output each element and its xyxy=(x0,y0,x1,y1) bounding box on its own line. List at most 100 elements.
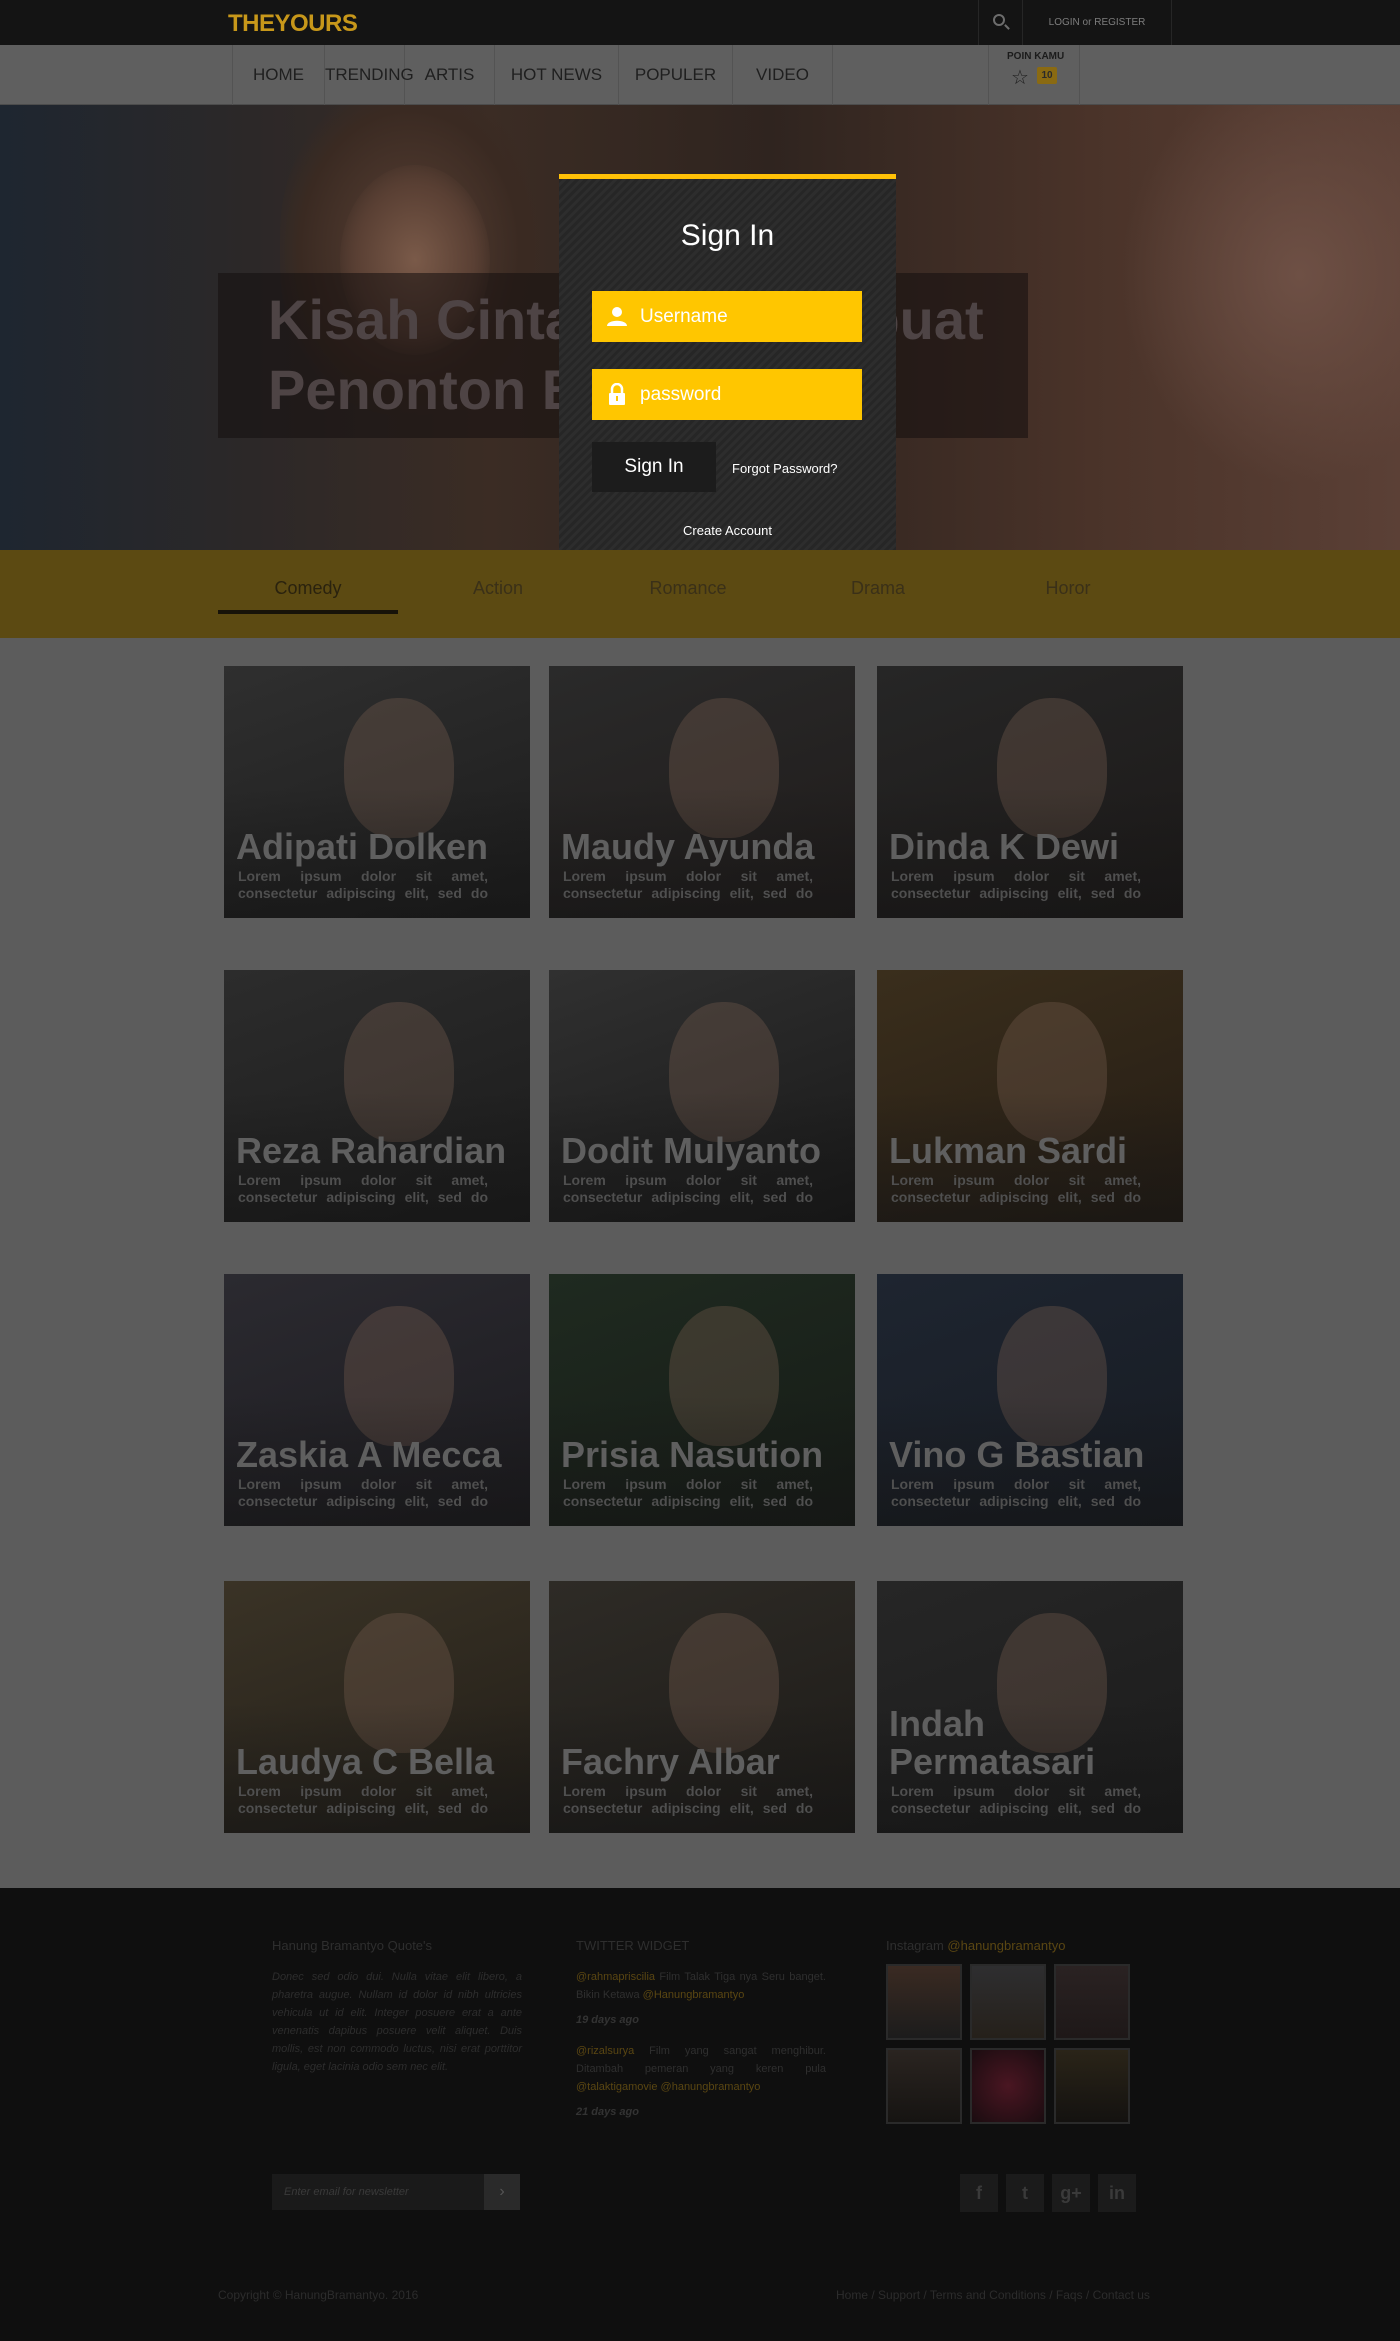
quote-title: Hanung Bramantyo Quote's xyxy=(272,1938,433,1953)
forgot-password-link[interactable]: Forgot Password? xyxy=(732,461,838,476)
tweet-handle[interactable]: @rahmapriscilia xyxy=(576,1971,655,1983)
artist-name: Dodit Mulyanto xyxy=(561,1130,821,1171)
search-button[interactable] xyxy=(978,0,1022,45)
instagram-photo[interactable] xyxy=(1054,1964,1130,2040)
artist-card[interactable]: Adipati Dolken Lorem ipsum dolor sit ame… xyxy=(224,666,530,918)
newsletter-form: › xyxy=(272,2174,520,2210)
sign-in-modal: Sign In Sign In Forgot Password? Create … xyxy=(559,174,896,550)
artist-card[interactable]: Dodit Mulyanto Lorem ipsum dolor sit ame… xyxy=(549,970,855,1222)
google-plus-icon[interactable]: g+ xyxy=(1052,2174,1090,2212)
artist-desc: Lorem ipsum dolor sit amet, consectetur … xyxy=(563,1783,813,1816)
instagram-photo[interactable] xyxy=(970,2048,1046,2124)
twitter-icon[interactable]: t xyxy=(1006,2174,1044,2212)
sign-in-button[interactable]: Sign In xyxy=(592,442,716,492)
tab-action[interactable]: Action xyxy=(408,578,588,599)
password-field[interactable] xyxy=(592,369,862,420)
tweet-time: 19 days ago xyxy=(576,2014,639,2026)
points-widget[interactable]: POIN KAMU ☆ 10 xyxy=(988,45,1080,105)
tab-romance[interactable]: Romance xyxy=(598,578,778,599)
nav-item-home[interactable]: HOME xyxy=(233,45,325,105)
artist-desc: Lorem ipsum dolor sit amet, consectetur … xyxy=(238,1476,488,1509)
nav-item-populer[interactable]: POPULER xyxy=(619,45,733,105)
tweet-handle[interactable]: @rizalsurya xyxy=(576,2045,634,2057)
copyright: Copyright © HanungBramantyo. 2016 xyxy=(218,2288,419,2302)
facebook-icon[interactable]: f xyxy=(960,2174,998,2212)
password-input[interactable] xyxy=(640,369,850,420)
artist-card[interactable]: Lukman Sardi Lorem ipsum dolor sit amet,… xyxy=(877,970,1183,1222)
artist-name: Fachry Albar xyxy=(561,1741,780,1782)
artist-desc: Lorem ipsum dolor sit amet, consectetur … xyxy=(563,868,813,901)
artist-desc: Lorem ipsum dolor sit amet, consectetur … xyxy=(891,1476,1141,1509)
main-nav: HOME TRENDING ARTIS HOT NEWS POPULER VID… xyxy=(0,45,1400,105)
artist-name: Lukman Sardi xyxy=(889,1130,1128,1171)
tweet: @rahmapriscilia Film Talak Tiga nya Seru… xyxy=(576,1968,826,2004)
artist-desc: Lorem ipsum dolor sit amet, consectetur … xyxy=(238,1783,488,1816)
newsletter-email-input[interactable] xyxy=(272,2174,484,2210)
instagram-photo[interactable] xyxy=(886,2048,962,2124)
username-input[interactable] xyxy=(640,291,850,342)
instagram-title: Instagram @hanungbramantyo xyxy=(886,1938,1065,1953)
tweet-time: 21 days ago xyxy=(576,2106,639,2118)
artist-name: Adipati Dolken xyxy=(236,826,489,867)
artist-desc: Lorem ipsum dolor sit amet, consectetur … xyxy=(238,1172,488,1205)
points-badge: 10 xyxy=(1037,67,1057,84)
tab-drama[interactable]: Drama xyxy=(788,578,968,599)
instagram-grid xyxy=(886,1964,1130,2124)
artist-name: Vino G Bastian xyxy=(889,1434,1145,1475)
nav-item-trending[interactable]: TRENDING xyxy=(325,45,414,105)
artist-name: Maudy Ayunda xyxy=(561,826,815,867)
tweet-mention[interactable]: @talaktigamovie @hanungbramantyo xyxy=(576,2081,760,2093)
artist-name: Reza Rahardian xyxy=(236,1130,507,1171)
artist-card[interactable]: Prisia Nasution Lorem ipsum dolor sit am… xyxy=(549,1274,855,1526)
linkedin-icon[interactable]: in xyxy=(1098,2174,1136,2212)
artist-name: Dinda K Dewi xyxy=(889,826,1120,867)
tab-horor[interactable]: Horor xyxy=(978,578,1158,599)
artist-desc: Lorem ipsum dolor sit amet, consectetur … xyxy=(238,868,488,901)
modal-title: Sign In xyxy=(680,219,775,252)
nav-item-video[interactable]: VIDEO xyxy=(733,45,833,105)
footer: Hanung Bramantyo Quote's Donec sed odio … xyxy=(0,1888,1400,2341)
lock-icon xyxy=(609,383,625,405)
tab-comedy[interactable]: Comedy xyxy=(218,578,398,599)
nav-item-artis[interactable]: ARTIS xyxy=(405,45,495,105)
create-account-link[interactable]: Create Account xyxy=(559,523,896,538)
username-field[interactable] xyxy=(592,291,862,342)
genre-tabs: Comedy Action Romance Drama Horor xyxy=(0,550,1400,638)
instagram-photo[interactable] xyxy=(1054,2048,1130,2124)
points-label: POIN KAMU xyxy=(1007,51,1065,62)
footer-links[interactable]: Home / Support / Terms and Conditions / … xyxy=(836,2288,1150,2302)
instagram-prefix: Instagram xyxy=(886,1938,948,1953)
search-icon xyxy=(993,14,1005,26)
artist-card[interactable]: Zaskia A Mecca Lorem ipsum dolor sit ame… xyxy=(224,1274,530,1526)
artist-card[interactable]: Dinda K Dewi Lorem ipsum dolor sit amet,… xyxy=(877,666,1183,918)
star-icon: ☆ xyxy=(1011,67,1029,89)
login-register-link[interactable]: LOGIN or REGISTER xyxy=(1022,0,1172,45)
instagram-photo[interactable] xyxy=(886,1964,962,2040)
artist-card[interactable]: Laudya C Bella Lorem ipsum dolor sit ame… xyxy=(224,1581,530,1833)
artist-desc: Lorem ipsum dolor sit amet, consectetur … xyxy=(563,1476,813,1509)
nav-items: HOME TRENDING ARTIS HOT NEWS POPULER VID… xyxy=(232,45,833,105)
artist-grid: Adipati Dolken Lorem ipsum dolor sit ame… xyxy=(0,638,1400,1888)
nav-item-hot-news[interactable]: HOT NEWS xyxy=(495,45,619,105)
quote-text: Donec sed odio dui. Nulla vitae elit lib… xyxy=(272,1971,522,2073)
artist-card[interactable]: Indah Permatasari Lorem ipsum dolor sit … xyxy=(877,1581,1183,1833)
artist-name: Zaskia A Mecca xyxy=(236,1434,502,1475)
instagram-photo[interactable] xyxy=(970,1964,1046,2040)
tweet: @rizalsurya Film yang sangat menghibur. … xyxy=(576,2042,826,2096)
tweet-mention[interactable]: @Hanungbramantyo xyxy=(643,1989,745,2001)
artist-desc: Lorem ipsum dolor sit amet, consectetur … xyxy=(891,1172,1141,1205)
social-links: f t g+ in xyxy=(960,2174,1136,2212)
active-tab-indicator xyxy=(218,610,398,614)
instagram-handle[interactable]: @hanungbramantyo xyxy=(947,1938,1065,1953)
artist-card[interactable]: Fachry Albar Lorem ipsum dolor sit amet,… xyxy=(549,1581,855,1833)
artist-card[interactable]: Maudy Ayunda Lorem ipsum dolor sit amet,… xyxy=(549,666,855,918)
site-logo[interactable]: THEYOURS xyxy=(228,10,358,38)
artist-desc: Lorem ipsum dolor sit amet, consectetur … xyxy=(891,868,1141,901)
artist-name: Laudya C Bella xyxy=(236,1741,495,1782)
newsletter-submit-button[interactable]: › xyxy=(484,2174,520,2210)
hero-photo-light xyxy=(1120,105,1400,485)
artist-card[interactable]: Vino G Bastian Lorem ipsum dolor sit ame… xyxy=(877,1274,1183,1526)
artist-card[interactable]: Reza Rahardian Lorem ipsum dolor sit ame… xyxy=(224,970,530,1222)
artist-name: Indah Permatasari xyxy=(889,1703,1096,1782)
twitter-title: TWITTER WIDGET xyxy=(576,1938,690,1953)
